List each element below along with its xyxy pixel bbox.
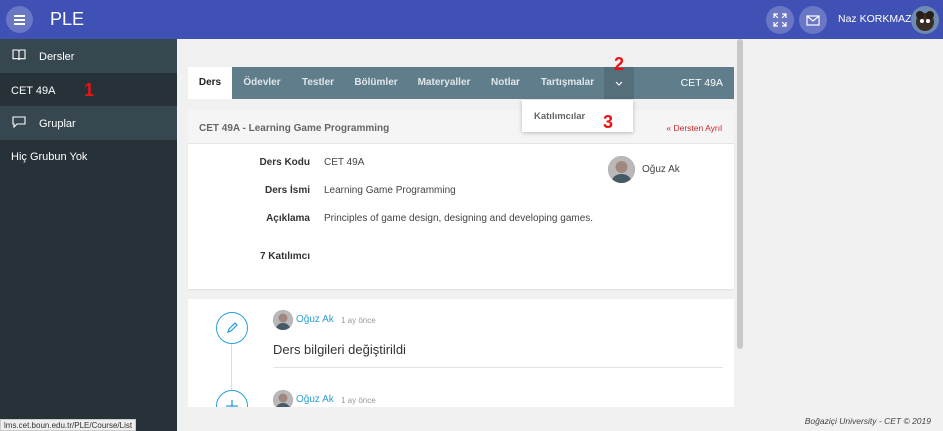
activity-feed: Oğuz Ak 1 ay önce Ders bilgileri değişti…: [188, 299, 734, 407]
footer-copyright: Boğaziçi University - CET © 2019: [804, 416, 931, 426]
user-avatar-image: [911, 6, 939, 34]
teacher-avatar-image: [608, 156, 635, 183]
sidebar-courses-label: Dersler: [39, 51, 75, 63]
feed-time: 1 ay önce: [341, 396, 376, 405]
sidebar-section-groups[interactable]: Gruplar: [0, 106, 177, 140]
teacher-name[interactable]: Oğuz Ak: [642, 164, 680, 175]
hamburger-menu-button[interactable]: [6, 6, 33, 33]
timeline-add-marker: [216, 390, 248, 407]
annotation-marker-1: 1: [84, 80, 95, 100]
book-icon: [12, 49, 26, 61]
timeline-edit-marker: [216, 312, 248, 344]
feed-divider: [273, 367, 723, 368]
teacher-avatar[interactable]: [608, 156, 635, 183]
fullscreen-button[interactable]: [766, 6, 794, 34]
chevron-down-icon: [615, 81, 623, 86]
messages-button[interactable]: [799, 6, 827, 34]
main-scrollbar[interactable]: [737, 39, 743, 349]
sidebar-course-label: CET 49A: [11, 85, 56, 97]
course-info-card: Ders Kodu CET 49A Ders İsmi Learning Gam…: [188, 144, 734, 289]
pencil-icon: [227, 322, 238, 333]
feed-avatar-image: [273, 390, 293, 407]
plus-icon: [226, 400, 238, 407]
tab-ders[interactable]: Ders: [188, 67, 232, 99]
feed-avatar-image: [273, 310, 293, 330]
feed-author[interactable]: Oğuz Ak: [296, 314, 334, 325]
tab-tartismalar[interactable]: Tartışmalar: [531, 67, 604, 99]
annotation-marker-2: 2: [614, 54, 625, 74]
envelope-icon: [806, 15, 820, 26]
tab-notlar[interactable]: Notlar: [480, 67, 531, 99]
leave-course-label: Dersten Ayrıl: [673, 123, 722, 133]
sidebar: Dersler CET 49A 1 Gruplar Hiç Grubun Yok: [0, 39, 177, 431]
tab-materyaller[interactable]: Materyaller: [408, 67, 480, 99]
participant-count[interactable]: 7 Katılımcı: [260, 251, 310, 262]
tab-bolumler[interactable]: Bölümler: [344, 67, 408, 99]
tab-testler[interactable]: Testler: [292, 67, 344, 99]
leave-course-button[interactable]: « Dersten Ayrıl: [666, 123, 722, 133]
more-tabs-menu: Katılımcılar: [522, 100, 633, 132]
sidebar-groups-label: Gruplar: [39, 118, 76, 130]
user-avatar[interactable]: [911, 6, 939, 34]
feed-message: Ders bilgileri değiştirildi: [273, 342, 406, 357]
menu-item-participants[interactable]: Katılımcılar: [534, 111, 585, 122]
sidebar-section-courses[interactable]: Dersler: [0, 39, 177, 73]
chat-icon: [12, 116, 26, 129]
course-description-label: Açıklama: [266, 213, 310, 224]
course-description-value: Principles of game design, designing and…: [324, 213, 594, 224]
course-code-tab: CET 49A: [680, 77, 723, 89]
status-url: lms.cet.boun.edu.tr/PLE/Course/List: [0, 419, 137, 431]
feed-avatar[interactable]: [273, 390, 293, 407]
feed-avatar[interactable]: [273, 310, 293, 330]
course-code-value: CET 49A: [324, 157, 365, 168]
sidebar-no-group: Hiç Grubun Yok: [0, 139, 177, 173]
hamburger-menu-icon: [14, 15, 25, 17]
course-name-label: Ders İsmi: [264, 185, 310, 196]
feed-author[interactable]: Oğuz Ak: [296, 394, 334, 405]
expand-icon: [773, 13, 787, 27]
course-card-header: CET 49A - Learning Game Programming « De…: [188, 110, 734, 144]
course-name-value: Learning Game Programming: [324, 185, 456, 196]
tab-odevler[interactable]: Ödevler: [232, 67, 292, 99]
user-name[interactable]: Naz KORKMAZ: [838, 13, 912, 25]
feed-time: 1 ay önce: [341, 316, 376, 325]
top-bar: PLE Naz KORKMAZ: [0, 0, 943, 39]
course-code-label: Ders Kodu: [259, 157, 310, 168]
course-tabs: Ders Ödevler Testler Bölümler Materyalle…: [188, 67, 734, 99]
course-header-title: CET 49A - Learning Game Programming: [199, 123, 390, 134]
app-title[interactable]: PLE: [50, 9, 84, 30]
no-group-label: Hiç Grubun Yok: [11, 151, 88, 163]
annotation-marker-3: 3: [603, 112, 614, 132]
